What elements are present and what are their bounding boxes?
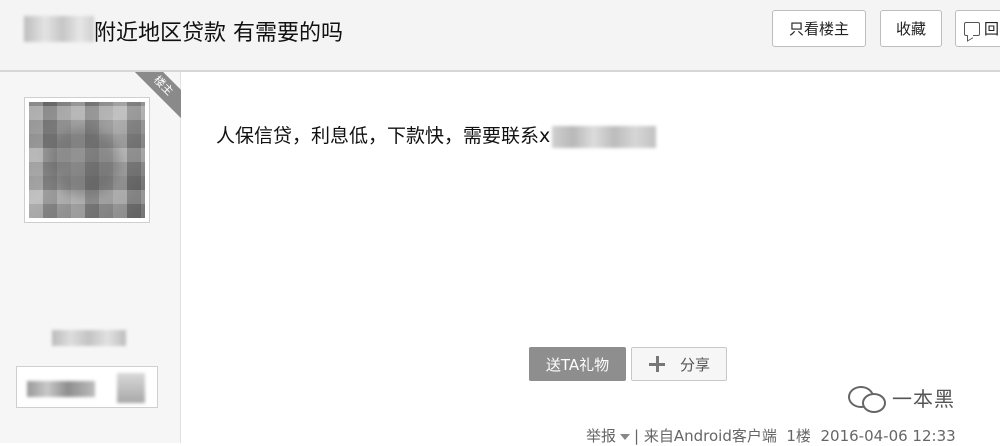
share-button[interactable]: 分享 [631,347,727,381]
post-content: 人保信贷，利息低，下款快，需要联系x [216,121,657,148]
post-timestamp: 2016-04-06 12:33 [820,427,956,445]
redacted-username[interactable] [52,330,126,346]
only-op-button[interactable]: 只看楼主 [772,10,866,47]
share-label: 分享 [679,355,710,374]
thread-header: 附近地区贷款 有需要的吗 只看楼主 收藏 回 [0,0,1000,72]
watermark: 一本黑 [846,383,955,413]
redacted-title-prefix [24,16,94,42]
post-text: 人保信贷，利息低，下款快，需要联系x [216,125,551,147]
op-badge: 楼主 [131,72,181,118]
reply-icon [964,21,980,36]
plus-icon [648,355,666,373]
floor-number: 1楼 [786,427,811,445]
chevron-down-icon[interactable] [620,433,631,440]
user-level-box[interactable] [16,366,158,408]
watermark-text: 一本黑 [892,387,955,411]
level-badge-icon [117,373,145,403]
page-title: 附近地区贷款 有需要的吗 [94,21,343,46]
wechat-icon [846,384,886,413]
redacted-contact [552,125,657,148]
reply-button[interactable]: 回 [955,10,1000,47]
author-sidebar [0,72,181,443]
report-link[interactable]: 举报 [586,427,616,445]
reply-label: 回 [984,20,1000,38]
collect-button[interactable]: 收藏 [880,10,942,47]
send-gift-button[interactable]: 送TA礼物 [529,347,626,381]
redacted-level-name [27,381,95,397]
op-ribbon-container: 楼主 [126,72,181,127]
post-source: 来自Android客户端 [643,427,777,445]
